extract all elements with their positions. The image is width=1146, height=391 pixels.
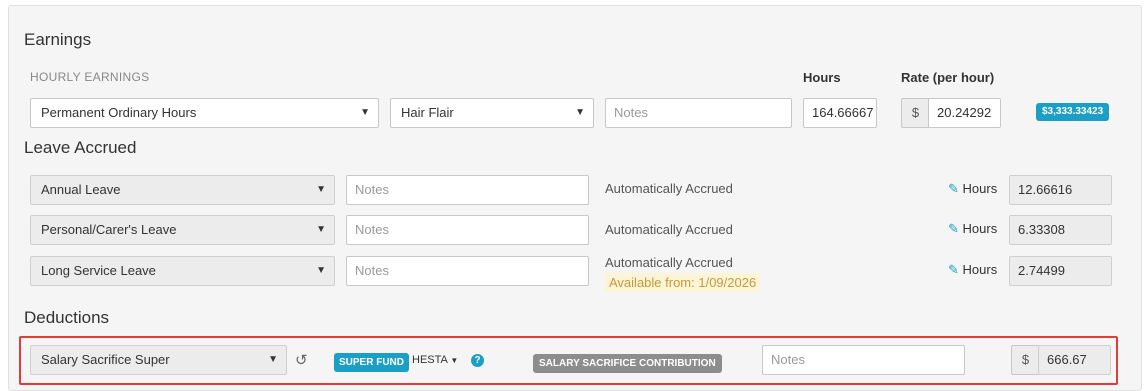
help-icon-glyph: ? [471, 354, 484, 367]
rate-column-label: Rate (per hour) [901, 70, 995, 85]
chevron-down-icon: ▼ [316, 224, 326, 235]
leave-accrued-title: Leave Accrued [24, 138, 137, 157]
currency-addon: $ [1011, 345, 1039, 375]
hours-link-label: Hours [962, 262, 998, 277]
deductions-title: Deductions [24, 308, 110, 327]
fund-dropdown[interactable]: HESTA ▼ [412, 354, 458, 366]
leave-status-text: Automatically Accrued [605, 222, 733, 237]
rate-input[interactable]: 20.24292 [928, 98, 1001, 128]
leave-category-value: Personal/Carer's Leave [41, 222, 177, 237]
chevron-down-icon: ▼ [316, 184, 326, 195]
leave-notes-input[interactable]: Notes [346, 256, 589, 286]
hours-link-label: Hours [962, 221, 998, 236]
leave-status-text: Automatically Accrued [605, 181, 733, 196]
hours-link-label: Hours [962, 181, 998, 196]
chevron-down-icon: ▼ [268, 354, 278, 365]
hours-column-label: Hours [803, 70, 841, 85]
leave-hours-value: 2.74499 [1009, 256, 1112, 286]
location-select[interactable]: Hair Flair ▼ [390, 98, 594, 128]
pencil-icon: ✎ [948, 221, 959, 236]
deduction-category-value: Salary Sacrifice Super [41, 352, 170, 367]
currency-addon: $ [901, 98, 929, 128]
leave-status-text: Automatically Accrued [605, 255, 733, 270]
history-icon[interactable]: ↺ [295, 351, 308, 369]
leave-category-value: Annual Leave [41, 182, 121, 197]
leave-category-select[interactable]: Annual Leave ▼ [30, 175, 335, 205]
leave-category-select[interactable]: Personal/Carer's Leave ▼ [30, 215, 335, 245]
earnings-total-badge: $3,333.33423 [1036, 103, 1110, 121]
chevron-down-icon: ▼ [360, 107, 370, 118]
edit-hours-link[interactable]: ✎ Hours [948, 262, 997, 278]
pencil-icon: ✎ [948, 262, 959, 277]
earnings-title: Earnings [24, 30, 92, 49]
leave-category-select[interactable]: Long Service Leave ▼ [30, 256, 335, 286]
available-from-badge: Available from: 1/09/2026 [605, 273, 761, 292]
contribution-type-badge: SALARY SACRIFICE CONTRIBUTION [533, 354, 722, 373]
leave-notes-input[interactable]: Notes [346, 215, 589, 245]
pay-category-value: Permanent Ordinary Hours [41, 105, 197, 120]
chevron-down-icon: ▼ [316, 265, 326, 276]
edit-hours-link[interactable]: ✎ Hours [948, 221, 997, 237]
earnings-notes-input[interactable]: Notes [605, 98, 792, 128]
leave-hours-value: 6.33308 [1009, 215, 1112, 245]
deduction-amount: 666.67 [1038, 345, 1111, 375]
help-icon[interactable]: ? [471, 351, 484, 367]
edit-hours-link[interactable]: ✎ Hours [948, 181, 997, 197]
pay-category-select[interactable]: Permanent Ordinary Hours ▼ [30, 98, 379, 128]
fund-name: HESTA [412, 354, 448, 366]
pencil-icon: ✎ [948, 181, 959, 196]
super-fund-badge: SUPER FUND [334, 353, 410, 372]
hourly-earnings-label: HOURLY EARNINGS [30, 70, 150, 84]
caret-down-icon: ▼ [450, 356, 459, 365]
deduction-category-select[interactable]: Salary Sacrifice Super ▼ [30, 345, 287, 375]
leave-notes-input[interactable]: Notes [346, 175, 589, 205]
chevron-down-icon: ▼ [575, 107, 585, 118]
deduction-notes-input[interactable]: Notes [762, 345, 965, 375]
leave-category-value: Long Service Leave [41, 263, 156, 278]
location-value: Hair Flair [401, 105, 454, 120]
leave-hours-value: 12.66616 [1009, 175, 1112, 205]
hours-input[interactable]: 164.66667 [803, 98, 877, 128]
